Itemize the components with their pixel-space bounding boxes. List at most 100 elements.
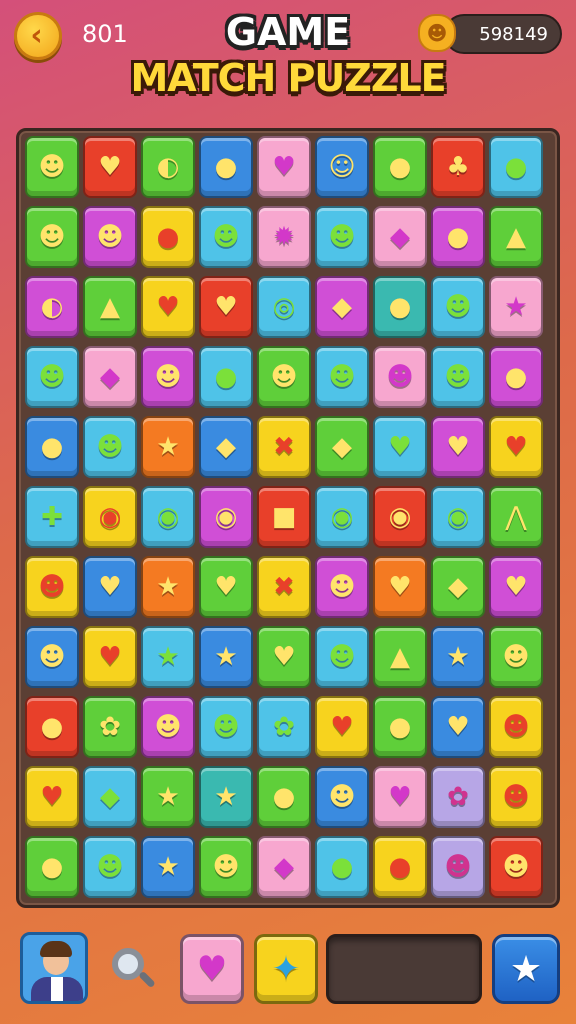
board-tile[interactable]: ☻	[315, 626, 369, 688]
board-tile[interactable]: ☻	[141, 696, 195, 758]
board-tile[interactable]: ■	[257, 486, 311, 548]
board-tile[interactable]: ♥	[199, 276, 253, 338]
board-tile[interactable]: ☻	[199, 836, 253, 898]
board-tile[interactable]: ✚	[25, 486, 79, 548]
board-tile[interactable]: ◆	[431, 556, 485, 618]
board-tile[interactable]: ★	[141, 626, 195, 688]
board-tile[interactable]: ▲	[373, 626, 427, 688]
board-tile[interactable]: ◐	[141, 136, 195, 198]
board-tile[interactable]: ●	[25, 696, 79, 758]
board-tile[interactable]: ♥	[83, 136, 137, 198]
board-tile[interactable]: ◐	[25, 276, 79, 338]
board-tile[interactable]: ◆	[315, 416, 369, 478]
board-tile[interactable]: ☻	[25, 136, 79, 198]
board-tile[interactable]: ☻	[489, 696, 543, 758]
board-tile[interactable]: ♥	[141, 276, 195, 338]
board-tile[interactable]: ◆	[257, 836, 311, 898]
booster-button[interactable]: ★	[492, 934, 560, 1004]
board-tile[interactable]: ◆	[83, 766, 137, 828]
board-tile[interactable]: ♥	[315, 696, 369, 758]
board-tile[interactable]: ●	[315, 836, 369, 898]
player-avatar[interactable]	[20, 932, 88, 1004]
board-tile[interactable]: ✖	[257, 416, 311, 478]
board-tile[interactable]: ♥	[489, 416, 543, 478]
board-tile[interactable]: ●	[489, 136, 543, 198]
board-tile[interactable]: ●	[373, 136, 427, 198]
board-tile[interactable]: ●	[489, 346, 543, 408]
board-tile[interactable]: ♥	[83, 556, 137, 618]
board-tile[interactable]: ◎	[257, 276, 311, 338]
board-tile[interactable]: ●	[199, 136, 253, 198]
board-tile[interactable]: ◆	[83, 346, 137, 408]
board-tile[interactable]: ♥	[257, 626, 311, 688]
board-tile[interactable]: ☻	[431, 346, 485, 408]
board-tile[interactable]: ☻	[141, 346, 195, 408]
tray-tile-star[interactable]: ✦	[254, 934, 318, 1004]
board-tile[interactable]: ♥	[373, 556, 427, 618]
board-tile[interactable]: ☻	[373, 346, 427, 408]
board-tile[interactable]: ●	[373, 696, 427, 758]
board-tile[interactable]: ☻	[431, 276, 485, 338]
board-tile[interactable]: ●	[373, 836, 427, 898]
board-tile[interactable]: ★	[141, 766, 195, 828]
board-tile[interactable]: ✿	[257, 696, 311, 758]
board-tile[interactable]: ♥	[199, 556, 253, 618]
board-tile[interactable]: ⋀	[489, 486, 543, 548]
board-tile[interactable]: ☻	[489, 626, 543, 688]
board-tile[interactable]: ♥	[373, 766, 427, 828]
board-tile[interactable]: ☻	[199, 696, 253, 758]
board-tile[interactable]: ✹	[257, 206, 311, 268]
board-tile[interactable]: ♥	[257, 136, 311, 198]
board-tile[interactable]: ♥	[25, 766, 79, 828]
board-tile[interactable]: ◆	[315, 276, 369, 338]
board-tile[interactable]: ☻	[257, 346, 311, 408]
board-tile[interactable]: ◉	[315, 486, 369, 548]
board-tile[interactable]: ♥	[83, 626, 137, 688]
board-tile[interactable]: ☻	[83, 836, 137, 898]
board-tile[interactable]: ▲	[83, 276, 137, 338]
board-tile[interactable]: ♣	[431, 136, 485, 198]
board-tile[interactable]: ●	[25, 836, 79, 898]
board-tile[interactable]: ☻	[315, 556, 369, 618]
board-tile[interactable]: ✿	[83, 696, 137, 758]
hint-magnifier-icon[interactable]	[110, 946, 158, 994]
board-tile[interactable]: ☻	[489, 836, 543, 898]
tray-tile-heart[interactable]: ♥	[180, 934, 244, 1004]
board-tile[interactable]: ☻	[315, 766, 369, 828]
board-tile[interactable]: ☺	[315, 136, 369, 198]
board-tile[interactable]: ★	[141, 416, 195, 478]
board-tile[interactable]: ☻	[431, 836, 485, 898]
board-tile[interactable]: ◉	[373, 486, 427, 548]
board-tile[interactable]: ☻	[199, 206, 253, 268]
board-tile[interactable]: ★	[141, 836, 195, 898]
board-tile[interactable]: ☻	[25, 626, 79, 688]
board-tile[interactable]: ☻	[25, 346, 79, 408]
board-tile[interactable]: ●	[257, 766, 311, 828]
board-tile[interactable]: ◉	[141, 486, 195, 548]
board-tile[interactable]: ☻	[315, 206, 369, 268]
board-tile[interactable]: ✿	[431, 766, 485, 828]
board-tile[interactable]: ●	[25, 416, 79, 478]
board-tile[interactable]: ☻	[25, 556, 79, 618]
board-tile[interactable]: ✖	[257, 556, 311, 618]
board-tile[interactable]: ☻	[83, 206, 137, 268]
board-tile[interactable]: ♥	[489, 556, 543, 618]
board-tile[interactable]: ●	[199, 346, 253, 408]
board-tile[interactable]: ☻	[315, 346, 369, 408]
board-tile[interactable]: ☻	[25, 206, 79, 268]
board-tile[interactable]: ◆	[199, 416, 253, 478]
board-tile[interactable]: ◉	[83, 486, 137, 548]
board-tile[interactable]: ♥	[431, 696, 485, 758]
board-tile[interactable]: ♥	[431, 416, 485, 478]
board-tile[interactable]: ●	[431, 206, 485, 268]
board-tile[interactable]: ●	[373, 276, 427, 338]
board-tile[interactable]: ◉	[199, 486, 253, 548]
board-tile[interactable]: ●	[141, 206, 195, 268]
board-tile[interactable]: ◆	[373, 206, 427, 268]
board-tile[interactable]: ★	[141, 556, 195, 618]
board-tile[interactable]: ☻	[83, 416, 137, 478]
board-tile[interactable]: ◉	[431, 486, 485, 548]
board-tile[interactable]: ☻	[489, 766, 543, 828]
board-tile[interactable]: ★	[199, 766, 253, 828]
board-tile[interactable]: ★	[431, 626, 485, 688]
